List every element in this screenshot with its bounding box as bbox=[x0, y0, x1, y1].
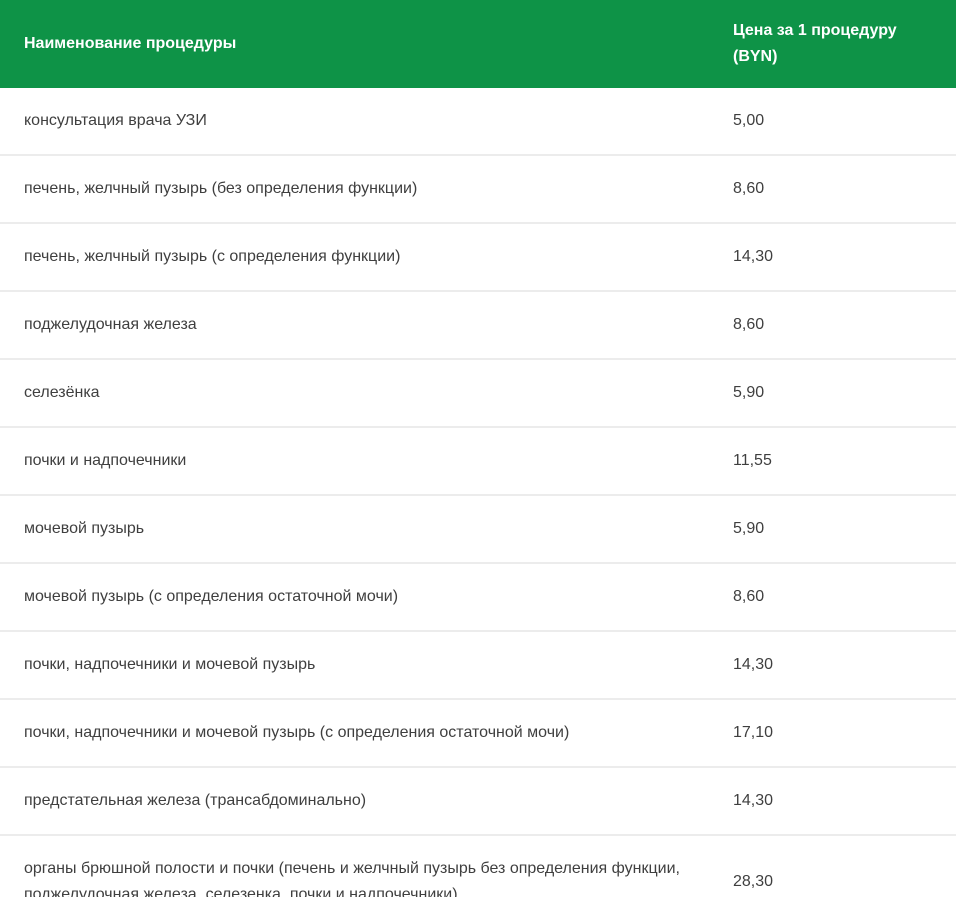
price-cell: 8,60 bbox=[733, 563, 956, 631]
table-row: консультация врача УЗИ5,00 bbox=[0, 88, 956, 155]
price-cell: 11,55 bbox=[733, 427, 956, 495]
price-cell: 8,60 bbox=[733, 291, 956, 359]
price-cell: 5,00 bbox=[733, 88, 956, 155]
table-row: поджелудочная железа8,60 bbox=[0, 291, 956, 359]
table-header: Наименование процедуры Цена за 1 процеду… bbox=[0, 0, 956, 88]
price-cell: 28,30 bbox=[733, 835, 956, 897]
table-row: органы брюшной полости и почки (печень и… bbox=[0, 835, 956, 897]
price-cell: 5,90 bbox=[733, 359, 956, 427]
procedure-name-cell: поджелудочная железа bbox=[0, 291, 733, 359]
column-header-price-label: Цена за 1 процедуру (BYN) bbox=[733, 18, 905, 70]
procedure-name-cell: селезёнка bbox=[0, 359, 733, 427]
column-header-price: Цена за 1 процедуру (BYN) bbox=[733, 0, 956, 88]
price-cell: 14,30 bbox=[733, 631, 956, 699]
table-row: мочевой пузырь5,90 bbox=[0, 495, 956, 563]
table-row: почки и надпочечники11,55 bbox=[0, 427, 956, 495]
table-row: печень, желчный пузырь (с определения фу… bbox=[0, 223, 956, 291]
procedure-name-cell: предстательная железа (трансабдоминально… bbox=[0, 767, 733, 835]
table-row: селезёнка5,90 bbox=[0, 359, 956, 427]
procedure-name-cell: печень, желчный пузырь (с определения фу… bbox=[0, 223, 733, 291]
price-cell: 17,10 bbox=[733, 699, 956, 767]
price-list-page: Наименование процедуры Цена за 1 процеду… bbox=[0, 0, 956, 897]
table-row: печень, желчный пузырь (без определения … bbox=[0, 155, 956, 223]
table-header-row: Наименование процедуры Цена за 1 процеду… bbox=[0, 0, 956, 88]
procedure-name-cell: почки, надпочечники и мочевой пузырь (с … bbox=[0, 699, 733, 767]
price-cell: 14,30 bbox=[733, 767, 956, 835]
table-row: почки, надпочечники и мочевой пузырь14,3… bbox=[0, 631, 956, 699]
price-table: Наименование процедуры Цена за 1 процеду… bbox=[0, 0, 956, 897]
procedure-name-cell: почки, надпочечники и мочевой пузырь bbox=[0, 631, 733, 699]
table-row: мочевой пузырь (с определения остаточной… bbox=[0, 563, 956, 631]
price-cell: 8,60 bbox=[733, 155, 956, 223]
procedure-name-cell: органы брюшной полости и почки (печень и… bbox=[0, 835, 733, 897]
procedure-name-cell: консультация врача УЗИ bbox=[0, 88, 733, 155]
price-cell: 14,30 bbox=[733, 223, 956, 291]
procedure-name-cell: почки и надпочечники bbox=[0, 427, 733, 495]
procedure-name-cell: мочевой пузырь (с определения остаточной… bbox=[0, 563, 733, 631]
procedure-name-cell: мочевой пузырь bbox=[0, 495, 733, 563]
table-body: консультация врача УЗИ5,00печень, желчны… bbox=[0, 88, 956, 897]
price-cell: 5,90 bbox=[733, 495, 956, 563]
table-row: предстательная железа (трансабдоминально… bbox=[0, 767, 956, 835]
column-header-procedure-name: Наименование процедуры bbox=[0, 0, 733, 88]
procedure-name-cell: печень, желчный пузырь (без определения … bbox=[0, 155, 733, 223]
table-row: почки, надпочечники и мочевой пузырь (с … bbox=[0, 699, 956, 767]
